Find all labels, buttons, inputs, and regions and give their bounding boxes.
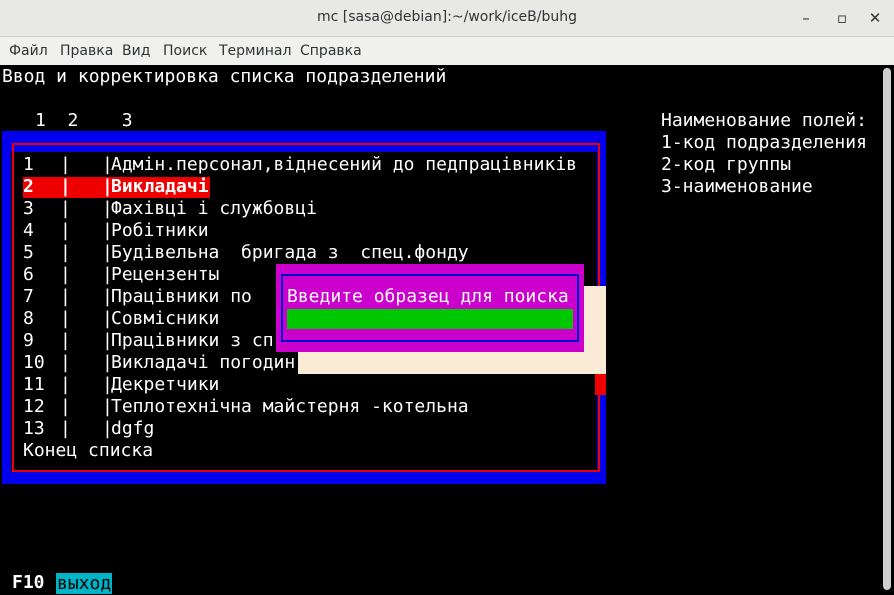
row-separator: | <box>60 352 71 373</box>
row-code: 12 <box>23 396 45 417</box>
list-item[interactable]: 12 | | Теплотехнічна майстерня -котельна <box>23 396 583 418</box>
menu-help[interactable]: Справка <box>300 43 362 59</box>
row-separator: | <box>60 198 71 219</box>
row-name: Совмісники <box>111 308 220 329</box>
screen-heading: Ввод и корректировка списка подразделени… <box>2 66 447 87</box>
legend-title: Наименование полей: <box>661 110 867 131</box>
row-name: Адмін.персонал,віднесений до педпрацівни… <box>111 154 577 175</box>
row-separator: | <box>60 374 71 395</box>
window-title: mc [sasa@debian]:~/work/iceB/buhg <box>317 9 577 25</box>
maximize-button[interactable]: ▫ <box>831 7 853 29</box>
legend-item: 1-код подразделения <box>661 132 867 153</box>
row-code: 6 <box>23 264 34 285</box>
menu-bar: Файл Правка Вид Поиск Терминал Справка <box>0 37 894 65</box>
row-name: Робітники <box>111 220 209 241</box>
list-item[interactable]: 5 | | Будівельна бригада з спец.фонду <box>23 242 583 264</box>
menu-view[interactable]: Вид <box>122 43 150 59</box>
row-name: Будівельна бригада з спец.фонду <box>111 242 469 263</box>
search-input[interactable] <box>287 309 573 329</box>
row-code: 10 <box>23 352 45 373</box>
row-separator: | <box>60 418 71 439</box>
shadow-highlight <box>595 374 606 395</box>
row-code: 13 <box>23 418 45 439</box>
list-item[interactable]: 13 | | dgfg <box>23 418 583 440</box>
row-code: 7 <box>23 286 34 307</box>
row-code: 1 <box>23 154 34 175</box>
legend-item: 3-наименование <box>661 176 813 197</box>
minimize-button[interactable]: – <box>795 7 817 29</box>
row-name: Викладачі <box>111 176 209 197</box>
exit-button[interactable]: выход <box>56 573 113 594</box>
row-name: Викладачі погодин <box>111 352 296 373</box>
row-code: 2 <box>23 176 34 197</box>
row-name: dgfg <box>111 418 155 439</box>
row-separator: | <box>60 176 71 197</box>
window-titlebar: mc [sasa@debian]:~/work/iceB/buhg – ▫ ✕ <box>0 0 894 37</box>
column-numbers: 1 2 3 <box>35 110 133 131</box>
row-name: Теплотехнічна майстерня -котельна <box>111 396 469 417</box>
list-item[interactable]: 4 | | Робітники <box>23 220 583 242</box>
f10-key: F10 <box>12 572 45 593</box>
row-code: 5 <box>23 242 34 263</box>
menu-file[interactable]: Файл <box>9 43 48 59</box>
row-name: Працівники по <box>111 286 252 307</box>
menu-terminal[interactable]: Терминал <box>219 43 291 59</box>
end-of-list: Конец списка <box>23 440 154 461</box>
list-item[interactable]: 11 | | Декретчики <box>23 374 583 396</box>
list-item[interactable]: 1 | | Адмін.персонал,віднесений до педпраці… <box>23 154 583 176</box>
row-name: Працівники з сп <box>111 330 274 351</box>
menu-search[interactable]: Поиск <box>163 43 207 59</box>
close-button[interactable]: ✕ <box>864 7 886 29</box>
search-dialog-frame <box>281 274 579 342</box>
row-separator: | <box>60 242 71 263</box>
menu-edit[interactable]: Правка <box>60 43 113 59</box>
row-separator: | <box>60 264 71 285</box>
row-separator: | <box>60 286 71 307</box>
row-separator: | <box>60 308 71 329</box>
row-separator: | <box>60 154 71 175</box>
list-item[interactable]: 3 | | Фахівці і службовці <box>23 198 583 220</box>
row-code: 11 <box>23 374 45 395</box>
row-code: 8 <box>23 308 34 329</box>
legend-item: 2-код группы <box>661 154 792 175</box>
row-separator: | <box>60 220 71 241</box>
row-name: Фахівці і службовці <box>111 198 317 219</box>
list-item[interactable]: 2 | | Викладачі <box>23 176 583 198</box>
row-separator: | <box>60 330 71 351</box>
row-code: 3 <box>23 198 34 219</box>
row-code: 4 <box>23 220 34 241</box>
scrollbar-thumb[interactable] <box>883 68 891 590</box>
row-name: Рецензенты <box>111 264 220 285</box>
row-separator: | <box>60 396 71 417</box>
search-prompt: Введите образец для поиска <box>287 286 569 307</box>
row-name: Декретчики <box>111 374 220 395</box>
row-code: 9 <box>23 330 34 351</box>
